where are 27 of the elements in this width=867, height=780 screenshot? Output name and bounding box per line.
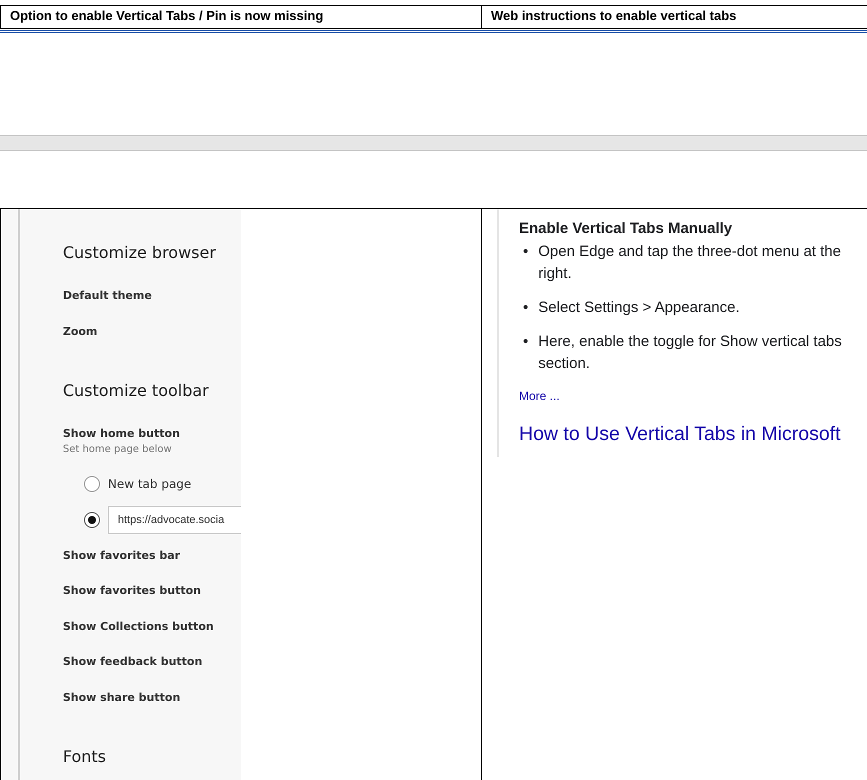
section-heading: Customize browser <box>62 243 217 262</box>
setting-label: Show favorites bar <box>62 548 180 562</box>
bullet-marker: • <box>523 298 528 318</box>
setting-label: Zoom <box>62 324 98 338</box>
instruction-text: Select Settings > Appearance. <box>538 298 740 318</box>
setting-label: Show share button <box>62 690 180 704</box>
setting-label: Show Collections button <box>62 620 214 633</box>
url-field[interactable]: https://advocate.socia <box>108 506 241 534</box>
more-link[interactable]: More ... <box>519 389 560 403</box>
table-header-cell: Option to enable Vertical Tabs / Pin is now missing <box>0 6 482 28</box>
radio-label: New tab page <box>108 476 192 490</box>
section-heading: Customize toolbar <box>62 381 210 400</box>
radio-button[interactable] <box>84 512 100 528</box>
setting-label: Show feedback button <box>62 655 202 668</box>
instruction-text: Open Edge and tap the three-dot menu at the right. <box>538 242 841 284</box>
section-heading: Fonts <box>62 747 108 766</box>
bullet-marker: • <box>523 332 528 352</box>
setting-label: Show home button <box>62 427 180 440</box>
setting-hint: Set home page below <box>62 444 173 456</box>
table-header-cell-text: Web instructions to enable vertical tabs <box>490 7 738 25</box>
snippet-heading: Enable Vertical Tabs Manually <box>519 220 734 237</box>
setting-label: Default theme <box>62 289 152 302</box>
radio-button[interactable] <box>84 476 100 492</box>
result-title-link[interactable]: How to Use Vertical Tabs in Microsoft <box>519 423 841 446</box>
bullet-marker: • <box>523 242 528 262</box>
setting-label: Show favorites button <box>62 584 201 598</box>
instruction-text: Here, enable the toggle for Show vertical tabs section. <box>538 332 842 374</box>
